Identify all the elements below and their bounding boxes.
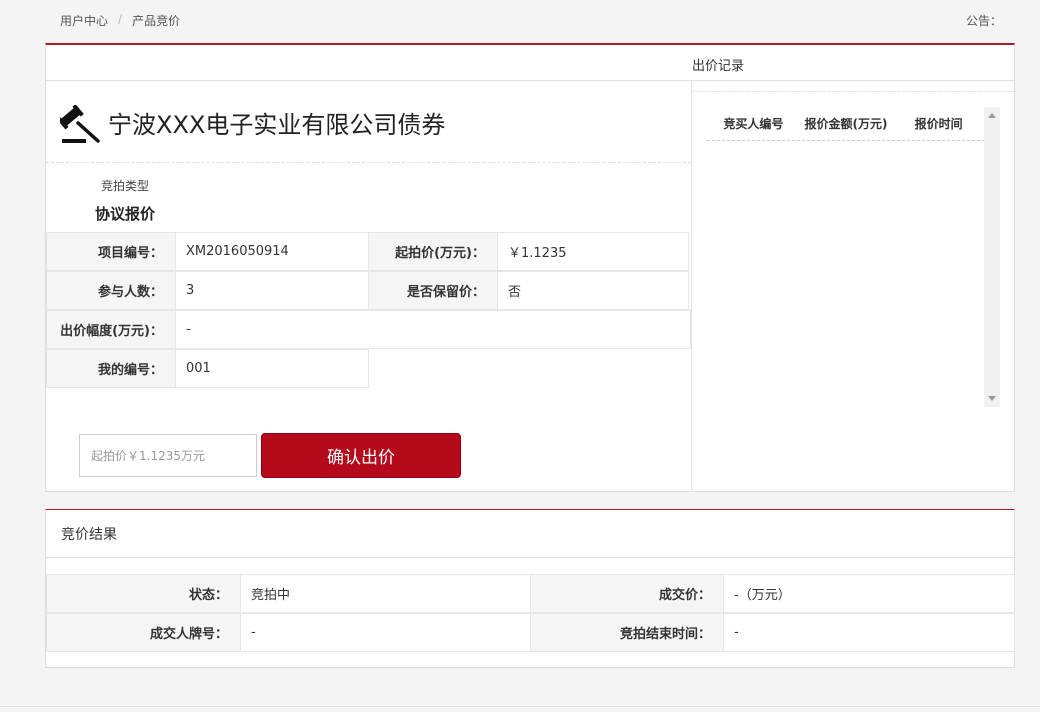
end-time-value: - <box>723 613 1015 652</box>
scroll-down-icon[interactable] <box>988 396 996 401</box>
divider <box>0 706 1040 707</box>
table-row: 状态： 竞拍中 成交价： -（万元） <box>46 574 1015 613</box>
status-label: 状态： <box>46 574 241 613</box>
auction-panel-header: 出价记录 <box>46 45 1014 81</box>
project-no-value: XM2016050914 <box>175 232 369 271</box>
table-row: 项目编号： XM2016050914 起拍价(万元)： ￥1.1235 <box>46 232 691 271</box>
product-info-table: 项目编号： XM2016050914 起拍价(万元)： ￥1.1235 参与人数… <box>46 232 691 388</box>
auction-result-title: 竞价结果 <box>46 510 1014 558</box>
status-value: 竞拍中 <box>240 574 531 613</box>
deal-price-label: 成交价： <box>530 574 724 613</box>
gavel-icon <box>60 105 100 143</box>
deal-price-value: -（万元） <box>723 574 1015 613</box>
bid-record-scrollbar[interactable] <box>984 107 1000 407</box>
top-bar: 用户中心 / 产品竞价 公告： <box>0 0 1040 40</box>
breadcrumb-current: 产品竞价 <box>132 14 181 28</box>
auction-type-value: 协议报价 <box>95 205 156 223</box>
end-time-label: 竞拍结束时间： <box>530 613 724 652</box>
auction-panel: 出价记录 宁波XXX电子实业有限公司债券 竞拍类型 协议报价 项目编号： XM2… <box>45 43 1016 492</box>
column-bid-amount: 报价金额(万元) <box>804 117 888 131</box>
bid-record-section: 竞买人编号 报价金额(万元) 报价时间 <box>691 81 1016 492</box>
table-row: 成交人牌号： - 竞拍结束时间： - <box>46 613 1015 652</box>
auction-result-table: 状态： 竞拍中 成交价： -（万元） 成交人牌号： - 竞拍结束时间： - <box>46 574 1015 652</box>
notice-label: 公告： <box>965 14 1002 28</box>
confirm-bid-button[interactable]: 确认出价 <box>261 433 461 478</box>
auction-result-panel: 竞价结果 状态： 竞拍中 成交价： -（万元） 成交人牌号： - 竞拍结束时间：… <box>45 509 1015 668</box>
column-bid-time: 报价时间 <box>914 117 963 131</box>
my-number-label: 我的编号： <box>46 349 176 388</box>
divider <box>692 91 1016 92</box>
bid-amount-input[interactable] <box>79 434 257 477</box>
participants-label: 参与人数： <box>46 271 176 310</box>
table-row: 出价幅度(万元)： - <box>46 310 691 349</box>
product-detail: 宁波XXX电子实业有限公司债券 竞拍类型 协议报价 项目编号： XM201605… <box>46 81 691 492</box>
column-bidder-no: 竞买人编号 <box>723 117 784 131</box>
start-price-label: 起拍价(万元)： <box>368 232 498 271</box>
winner-no-value: - <box>240 613 531 652</box>
breadcrumb-home-link[interactable]: 用户中心 <box>60 12 108 29</box>
breadcrumb: 用户中心 / 产品竞价 <box>60 12 180 29</box>
bid-record-header: 竞买人编号 报价金额(万元) 报价时间 <box>707 107 985 141</box>
bid-increment-label: 出价幅度(万元)： <box>46 310 176 349</box>
winner-no-label: 成交人牌号： <box>46 613 241 652</box>
my-number-value: 001 <box>175 349 369 388</box>
auction-type-label: 竞拍类型 <box>101 179 150 193</box>
reserve-price-value: 否 <box>497 271 689 310</box>
project-no-label: 项目编号： <box>46 232 176 271</box>
breadcrumb-separator: / <box>118 12 123 26</box>
table-row: 参与人数： 3 是否保留价： 否 <box>46 271 691 310</box>
participants-value: 3 <box>175 271 369 310</box>
table-row: 我的编号： 001 <box>46 349 691 388</box>
bid-record-table: 竞买人编号 报价金额(万元) 报价时间 <box>707 107 985 407</box>
scroll-up-icon[interactable] <box>988 113 996 118</box>
product-title: 宁波XXX电子实业有限公司债券 <box>108 111 446 139</box>
bid-record-title: 出价记录 <box>692 59 745 74</box>
bid-increment-value: - <box>175 310 691 349</box>
start-price-value: ￥1.1235 <box>497 232 689 271</box>
reserve-price-label: 是否保留价： <box>368 271 498 310</box>
product-title-row: 宁波XXX电子实业有限公司债券 <box>46 81 691 163</box>
